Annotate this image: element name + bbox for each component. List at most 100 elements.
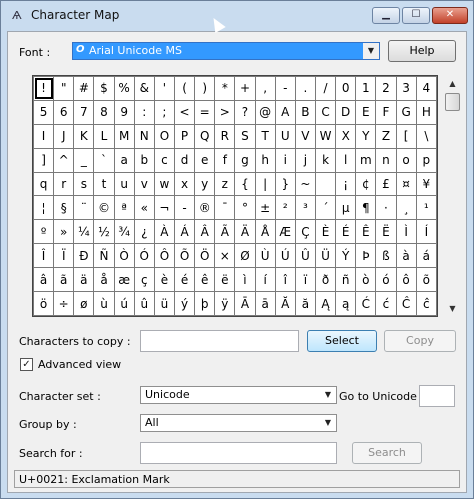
go-to-unicode-input[interactable] bbox=[419, 385, 455, 407]
character-cell[interactable]: ù bbox=[93, 291, 115, 316]
character-cell[interactable]: ( bbox=[173, 76, 196, 101]
character-cell[interactable]: ÷ bbox=[53, 291, 75, 316]
character-cell[interactable]: } bbox=[274, 171, 296, 197]
character-cell[interactable]: û bbox=[133, 291, 155, 316]
character-cell[interactable]: Î bbox=[32, 243, 55, 269]
character-cell[interactable]: Ó bbox=[133, 243, 155, 269]
character-cell[interactable]: ï bbox=[294, 267, 316, 293]
character-cell[interactable]: a bbox=[113, 147, 135, 173]
character-cell[interactable]: Á bbox=[173, 219, 196, 245]
character-cell[interactable]: q bbox=[32, 171, 55, 197]
character-cell[interactable]: ¶ bbox=[355, 195, 377, 221]
character-cell[interactable]: T bbox=[254, 123, 276, 149]
character-cell[interactable]: - bbox=[173, 195, 196, 221]
character-cell[interactable]: & bbox=[133, 76, 155, 101]
character-cell[interactable]: Ë bbox=[375, 219, 397, 245]
font-dropdown[interactable]: O Arial Unicode MS ▼ bbox=[72, 42, 380, 60]
character-cell[interactable]: g bbox=[234, 147, 256, 173]
character-cell[interactable]: 7 bbox=[73, 99, 95, 125]
character-cell[interactable]: ¥ bbox=[415, 171, 438, 197]
character-cell[interactable]: Z bbox=[375, 123, 397, 149]
character-cell[interactable]: Ö bbox=[194, 243, 216, 269]
character-cell[interactable]: 6 bbox=[53, 99, 75, 125]
character-cell[interactable]: p bbox=[415, 147, 438, 173]
character-cell[interactable]: ö bbox=[32, 291, 55, 316]
character-cell[interactable]: È bbox=[314, 219, 337, 245]
character-cell[interactable]: 9 bbox=[113, 99, 135, 125]
character-cell[interactable]: ć bbox=[375, 291, 397, 316]
character-cell[interactable]: 4 bbox=[415, 76, 438, 101]
character-cell[interactable]: ã bbox=[53, 267, 75, 293]
character-cell[interactable]: y bbox=[194, 171, 216, 197]
character-cell[interactable]: õ bbox=[415, 267, 438, 293]
character-cell[interactable]: 1 bbox=[355, 76, 377, 101]
character-cell[interactable]: ÿ bbox=[214, 291, 236, 316]
character-cell[interactable]: K bbox=[73, 123, 95, 149]
character-cell[interactable]: 3 bbox=[395, 76, 417, 101]
character-cell[interactable]: 8 bbox=[93, 99, 115, 125]
character-cell[interactable]: ç bbox=[133, 267, 155, 293]
vertical-scrollbar[interactable]: ▲ ▼ bbox=[444, 75, 461, 317]
character-cell[interactable]: î bbox=[274, 267, 296, 293]
character-cell[interactable]: $ bbox=[93, 76, 115, 101]
character-cell[interactable]: c bbox=[153, 147, 175, 173]
character-cell[interactable]: r bbox=[53, 171, 75, 197]
close-button[interactable]: ✕ bbox=[432, 7, 468, 24]
character-cell[interactable]: ^ bbox=[53, 147, 75, 173]
character-cell[interactable]: Ä bbox=[234, 219, 256, 245]
character-cell[interactable]: { bbox=[234, 171, 256, 197]
character-cell[interactable]: ½ bbox=[93, 219, 115, 245]
character-cell[interactable]: n bbox=[375, 147, 397, 173]
character-cell[interactable]: k bbox=[314, 147, 337, 173]
character-cell[interactable]: ' bbox=[153, 76, 175, 101]
character-cell[interactable]: ª bbox=[113, 195, 135, 221]
character-cell[interactable]: ) bbox=[194, 76, 216, 101]
character-cell[interactable]: = bbox=[194, 99, 216, 125]
chevron-down-icon[interactable]: ▼ bbox=[320, 387, 336, 403]
character-cell[interactable]: , bbox=[254, 76, 276, 101]
character-cell[interactable]: º bbox=[32, 219, 55, 245]
chevron-down-icon[interactable]: ▼ bbox=[363, 43, 379, 59]
character-cell[interactable]: - bbox=[274, 76, 296, 101]
character-cell[interactable]: ò bbox=[355, 267, 377, 293]
character-cell[interactable]: X bbox=[335, 123, 357, 149]
minimize-button[interactable]: ▁ bbox=[372, 7, 400, 24]
character-cell[interactable]: O bbox=[153, 123, 175, 149]
character-cell[interactable]: ê bbox=[194, 267, 216, 293]
character-cell[interactable]: V bbox=[294, 123, 316, 149]
character-cell[interactable]: Ð bbox=[73, 243, 95, 269]
character-cell[interactable]: P bbox=[173, 123, 196, 149]
character-cell[interactable]: Ê bbox=[355, 219, 377, 245]
character-cell[interactable]: § bbox=[53, 195, 75, 221]
character-cell[interactable]: ± bbox=[254, 195, 276, 221]
select-button[interactable]: Select bbox=[307, 330, 377, 352]
character-cell[interactable]: 2 bbox=[375, 76, 397, 101]
character-cell[interactable]: j bbox=[294, 147, 316, 173]
character-cell[interactable]: å bbox=[93, 267, 115, 293]
character-cell[interactable]: % bbox=[113, 76, 135, 101]
character-cell[interactable]: ĉ bbox=[415, 291, 438, 316]
character-cell[interactable]: ? bbox=[234, 99, 256, 125]
character-cell[interactable]: Â bbox=[194, 219, 216, 245]
character-cell[interactable]: Æ bbox=[274, 219, 296, 245]
character-cell[interactable]: ó bbox=[375, 267, 397, 293]
character-cell[interactable]: b bbox=[133, 147, 155, 173]
character-cell[interactable]: à bbox=[395, 243, 417, 269]
character-cell[interactable]: " bbox=[53, 76, 75, 101]
character-cell[interactable]: ° bbox=[234, 195, 256, 221]
copy-button[interactable]: Copy bbox=[384, 330, 456, 352]
title-bar[interactable]: Ѧ Character Map ▁ ☐ ✕ bbox=[1, 1, 473, 31]
character-cell[interactable]: m bbox=[355, 147, 377, 173]
character-cell[interactable]: ² bbox=[274, 195, 296, 221]
character-cell[interactable]: + bbox=[234, 76, 256, 101]
character-cell[interactable]: ă bbox=[294, 291, 316, 316]
character-cell[interactable]: « bbox=[133, 195, 155, 221]
character-cell[interactable]: ¬ bbox=[153, 195, 175, 221]
character-cell[interactable]: É bbox=[335, 219, 357, 245]
character-cell[interactable]: ¾ bbox=[113, 219, 135, 245]
character-cell[interactable]: h bbox=[254, 147, 276, 173]
character-cell[interactable]: . bbox=[294, 76, 316, 101]
character-cell[interactable]: ¿ bbox=[133, 219, 155, 245]
character-cell[interactable] bbox=[314, 171, 337, 197]
character-cell[interactable]: ô bbox=[395, 267, 417, 293]
